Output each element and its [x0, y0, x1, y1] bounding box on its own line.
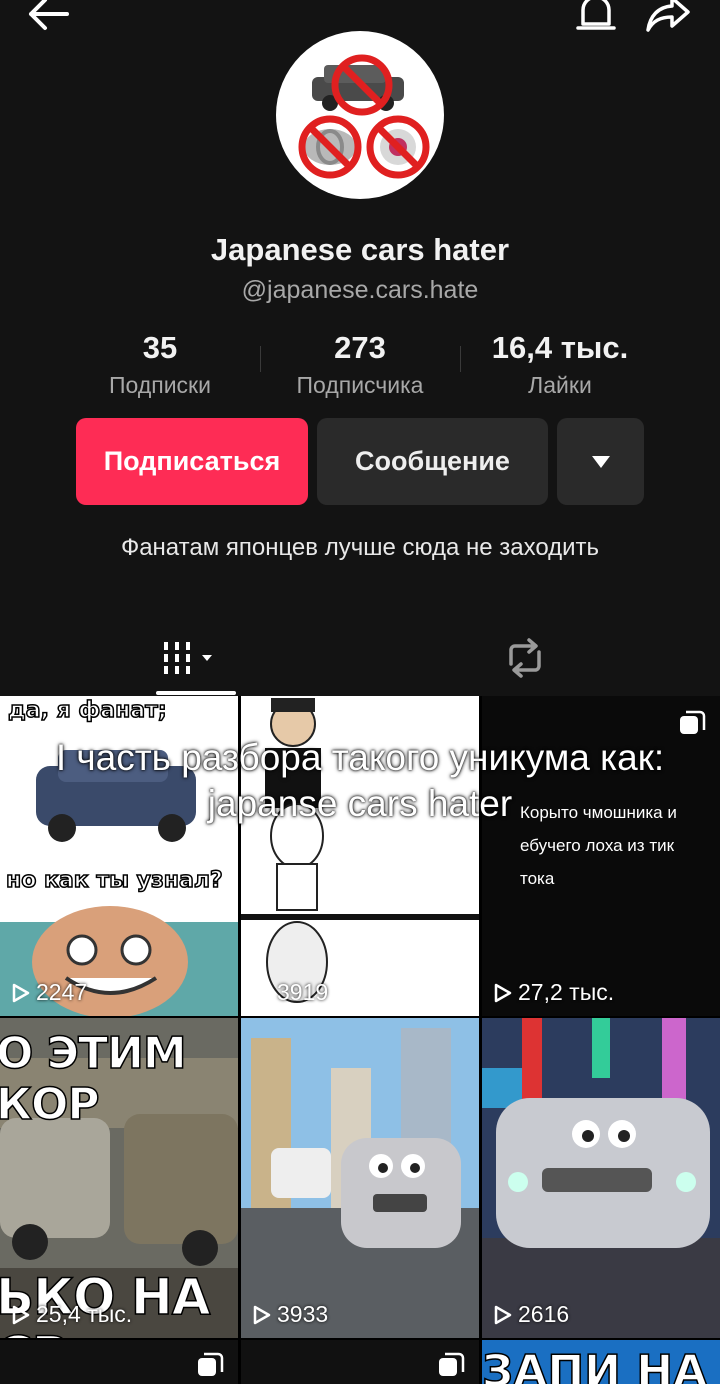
followers-stat[interactable]: 273 Подписчика	[260, 330, 460, 399]
play-icon	[12, 983, 30, 1002]
view-count-value: 3919	[277, 979, 329, 1005]
video-tile[interactable]: ЗАПИ НА	[482, 1340, 720, 1384]
caret-down-icon	[591, 455, 610, 468]
view-count: 3933	[253, 1301, 328, 1328]
view-count: 25,4 тыс.	[12, 1301, 132, 1328]
play-icon	[253, 983, 271, 1002]
likes-label: Лайки	[528, 372, 592, 398]
likes-stat[interactable]: 16,4 тыс. Лайки	[460, 330, 660, 399]
following-count: 35	[142, 330, 178, 365]
view-count-value: 2247	[36, 979, 88, 1005]
followers-label: Подписчика	[296, 372, 424, 398]
video-tile[interactable]: О ЭТИМ КОР ЬКО НА СВ 25,4 тыс.	[0, 1018, 238, 1338]
video-tile[interactable]: 2616	[482, 1018, 720, 1338]
arrow-left-icon	[29, 0, 69, 30]
play-icon	[494, 1305, 512, 1324]
video-thumbnail	[241, 1018, 479, 1338]
username-handle: @japanese.cars.hate	[241, 276, 479, 304]
video-overlay-caption: I часть разбора такого уникума как: japa…	[55, 737, 665, 824]
tab-reposts[interactable]	[340, 620, 710, 696]
video-tile[interactable]	[241, 1340, 479, 1384]
share-button[interactable]	[640, 0, 696, 36]
active-tab-indicator	[156, 691, 236, 695]
likes-count: 16,4 тыс.	[491, 330, 629, 365]
notifications-button[interactable]	[570, 0, 622, 38]
profile-stats: 35 Подписки 273 Подписчика 16,4 тыс. Лай…	[60, 330, 660, 400]
video-thumbnail	[482, 1018, 720, 1338]
view-count-value: 2616	[518, 1301, 570, 1327]
bell-icon	[576, 0, 616, 30]
view-count: 3919	[253, 979, 328, 1006]
meme-top-text: да, я фанат;	[7, 697, 167, 724]
repost-icon	[509, 638, 541, 678]
follow-button[interactable]: Подписаться	[76, 418, 308, 505]
play-icon	[253, 1305, 271, 1324]
view-count-value: 3933	[277, 1301, 329, 1327]
grid-icon	[164, 642, 212, 674]
meme-top-text: ЗАПИ НА	[482, 1345, 708, 1384]
avatar-image	[298, 54, 430, 179]
meme-top-text: О ЭТИМ КОР	[0, 1027, 187, 1131]
carousel-icon	[198, 1352, 224, 1376]
message-button[interactable]: Сообщение	[317, 418, 548, 505]
meme-bottom-text: но как ты узнал?	[5, 867, 223, 894]
share-arrow-icon	[646, 0, 690, 32]
carousel-icon	[439, 1352, 465, 1376]
content-tabs	[0, 620, 720, 696]
display-name: Japanese cars hater	[210, 232, 510, 267]
profile-bio: Фанатам японцев лучше сюда не заходить	[120, 534, 600, 561]
view-count-value: 27,2 тыс.	[518, 979, 615, 1005]
carousel-icon	[680, 710, 706, 734]
following-label: Подписки	[109, 372, 211, 398]
following-stat[interactable]: 35 Подписки	[60, 330, 260, 399]
profile-avatar[interactable]	[276, 31, 444, 199]
view-count-value: 25,4 тыс.	[36, 1301, 133, 1327]
video-tile[interactable]: 3933	[241, 1018, 479, 1338]
play-icon	[12, 1305, 30, 1324]
tab-videos[interactable]	[0, 620, 380, 696]
back-button[interactable]	[22, 0, 74, 36]
play-icon	[494, 983, 512, 1002]
video-tile[interactable]	[0, 1340, 238, 1384]
followers-count: 273	[334, 330, 386, 365]
view-count: 2616	[494, 1301, 569, 1328]
more-options-button[interactable]	[557, 418, 644, 505]
view-count: 2247	[12, 979, 87, 1006]
view-count: 27,2 тыс.	[494, 979, 614, 1006]
